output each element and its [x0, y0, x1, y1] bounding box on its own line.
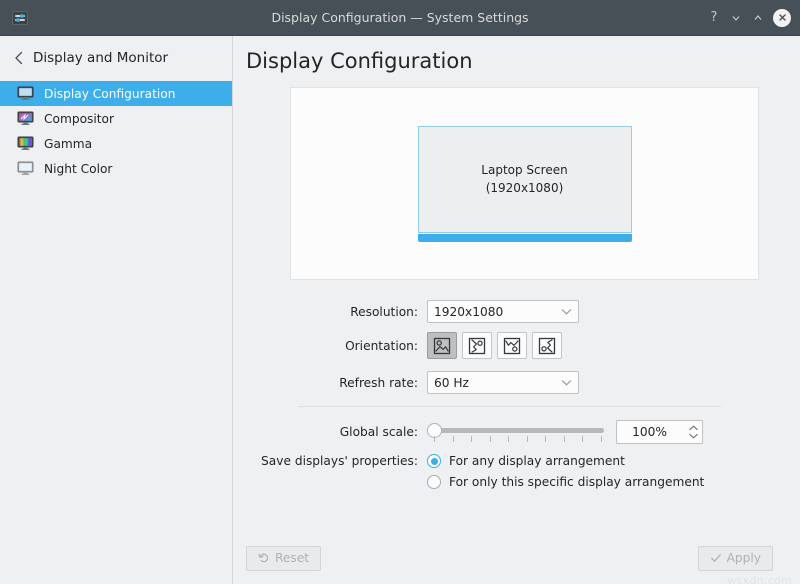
monitor-item[interactable]: Laptop Screen (1920x1080)	[418, 126, 632, 242]
apply-label: Apply	[727, 551, 761, 565]
window-title: Display Configuration — System Settings	[0, 10, 800, 25]
global-scale-slider[interactable]	[427, 421, 605, 443]
save-properties-row-2: For only this specific display arrangeme…	[233, 475, 800, 489]
sidebar-back-button[interactable]: Display and Monitor	[0, 42, 232, 74]
orientation-row: Orientation:	[233, 332, 800, 359]
window-titlebar: Display Configuration — System Settings …	[0, 0, 800, 36]
watermark: wsxdn.com	[727, 574, 792, 584]
undo-icon	[258, 552, 270, 564]
sidebar-item-label: Compositor	[44, 112, 114, 126]
orientation-portrait-left-button[interactable]	[532, 332, 562, 359]
sidebar-item-night-color[interactable]: Night Color	[0, 156, 232, 181]
sidebar-item-label: Display Configuration	[44, 87, 175, 101]
monitor-screen: Laptop Screen (1920x1080)	[418, 126, 632, 233]
radio-any-arrangement-label[interactable]: For any display arrangement	[449, 454, 625, 468]
orientation-landscape-icon	[432, 337, 452, 355]
chevron-up-icon	[752, 12, 764, 24]
resolution-value: 1920x1080	[434, 305, 561, 319]
close-button[interactable]	[773, 9, 791, 27]
save-properties-row-1: Save displays' properties: For any displ…	[233, 454, 800, 468]
orientation-label: Orientation:	[233, 339, 427, 353]
chevron-down-icon	[688, 433, 699, 439]
save-properties-label: Save displays' properties:	[233, 454, 427, 468]
orientation-portrait-right-icon	[467, 337, 487, 355]
radio-specific-arrangement[interactable]	[427, 475, 441, 489]
orientation-portrait-left-icon	[537, 337, 557, 355]
window-controls: ?	[703, 7, 791, 29]
chevron-up-icon	[688, 425, 699, 431]
orientation-landscape-button[interactable]	[427, 332, 457, 359]
chevron-down-icon	[730, 12, 742, 24]
orientation-portrait-right-button[interactable]	[462, 332, 492, 359]
radio-specific-arrangement-label[interactable]: For only this specific display arrangeme…	[449, 475, 704, 489]
night-color-icon	[17, 161, 34, 176]
resolution-label: Resolution:	[233, 305, 427, 319]
display-arrangement-preview[interactable]: Laptop Screen (1920x1080)	[290, 87, 759, 280]
refresh-rate-label: Refresh rate:	[233, 376, 427, 390]
orientation-landscape-flipped-icon	[502, 337, 522, 355]
resolution-row: Resolution: 1920x1080	[233, 300, 800, 323]
sidebar-item-label: Gamma	[44, 137, 92, 151]
preview-canvas: Laptop Screen (1920x1080)	[291, 88, 758, 279]
check-icon	[710, 552, 722, 564]
minimize-button[interactable]	[725, 7, 747, 29]
monitor-base-bar	[418, 234, 632, 242]
help-button[interactable]: ?	[703, 7, 725, 29]
chevron-down-icon	[561, 379, 572, 386]
main-content: Display Configuration Laptop Screen (192…	[233, 36, 800, 584]
resolution-select[interactable]: 1920x1080	[427, 300, 579, 323]
slider-groove	[434, 428, 604, 433]
apply-button[interactable]: Apply	[698, 546, 773, 571]
sidebar-item-compositor[interactable]: Compositor	[0, 106, 232, 131]
monitor-icon	[17, 86, 34, 101]
reset-button[interactable]: Reset	[246, 546, 321, 571]
monitor-name: Laptop Screen	[481, 163, 567, 177]
settings-sliders-icon	[12, 10, 28, 26]
display-configuration-window: Display Configuration — System Settings …	[0, 0, 800, 584]
sidebar-item-label: Night Color	[44, 162, 112, 176]
gamma-icon	[17, 136, 34, 151]
footer-actions: Reset Apply wsxdn.com	[233, 532, 800, 584]
sidebar: Display and Monitor Display Configuratio…	[0, 36, 233, 584]
global-scale-label: Global scale:	[233, 425, 427, 439]
global-scale-row: Global scale: 100%	[233, 420, 800, 444]
orientation-button-group	[427, 332, 562, 359]
reset-label: Reset	[275, 551, 309, 565]
maximize-button[interactable]	[747, 7, 769, 29]
section-separator	[298, 406, 721, 407]
chevron-down-icon	[561, 308, 572, 315]
chevron-left-icon	[14, 51, 24, 65]
page-title: Display Configuration	[246, 49, 800, 73]
sidebar-list: Display Configuration	[0, 81, 232, 181]
help-icon: ?	[711, 11, 718, 24]
monitor-resolution: (1920x1080)	[486, 181, 564, 195]
sidebar-back-label: Display and Monitor	[33, 50, 168, 66]
refresh-rate-value: 60 Hz	[434, 376, 561, 390]
spinbox-arrows[interactable]	[684, 425, 702, 439]
sidebar-item-gamma[interactable]: Gamma	[0, 131, 232, 156]
global-scale-spinbox[interactable]: 100%	[616, 420, 703, 444]
close-icon	[777, 12, 788, 23]
refresh-rate-row: Refresh rate: 60 Hz	[233, 371, 800, 394]
window-body: Display and Monitor Display Configuratio…	[0, 36, 800, 584]
display-settings-form: Resolution: 1920x1080 Orientation:	[233, 300, 800, 489]
global-scale-value: 100%	[617, 425, 684, 439]
orientation-landscape-flipped-button[interactable]	[497, 332, 527, 359]
refresh-rate-select[interactable]: 60 Hz	[427, 371, 579, 394]
slider-ticks	[434, 436, 602, 442]
compositor-icon	[17, 111, 34, 126]
sidebar-item-display-configuration[interactable]: Display Configuration	[0, 81, 232, 106]
radio-any-arrangement[interactable]	[427, 454, 441, 468]
